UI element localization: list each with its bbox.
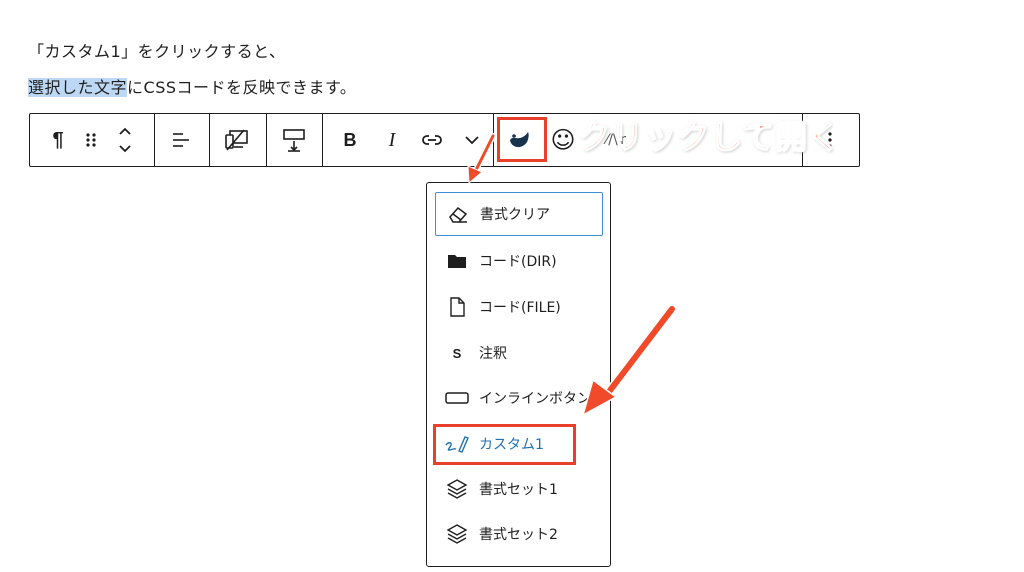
menu-item-format-set-1[interactable]: 書式セット1 (435, 467, 603, 511)
highlight-box-toolbar-button (497, 117, 547, 162)
bold-button[interactable]: B (332, 122, 368, 158)
desktop-mobile-icon (225, 129, 248, 151)
menu-item-label: 書式セット2 (479, 527, 558, 543)
spacing-button[interactable] (276, 122, 312, 158)
paragraph-icon: ¶ (52, 128, 64, 151)
file-icon (443, 297, 471, 317)
more-formats-button[interactable] (454, 122, 490, 158)
menu-item-label: インラインボタン (479, 391, 591, 407)
toolbar-divider (154, 114, 155, 166)
paragraph-block-button[interactable]: ¶ (40, 122, 76, 158)
folder-icon (443, 253, 471, 269)
align-button[interactable] (163, 122, 199, 158)
menu-item-label: コード(DIR) (479, 254, 557, 270)
align-left-icon (173, 133, 189, 147)
menu-item-label: 注釈 (479, 346, 507, 362)
toolbar-divider (322, 114, 323, 166)
paragraph-line-2: 選択した文字にCSSコードを反映できます。 (28, 74, 356, 102)
toolbar-divider (209, 114, 210, 166)
drag-handle-icon (86, 133, 96, 147)
chevron-up-down-icon (119, 127, 131, 153)
button-outline-icon (443, 391, 471, 405)
menu-item-code-file[interactable]: コード(FILE) (435, 285, 603, 329)
paragraph-line-2-rest: にCSSコードを反映できます。 (127, 78, 357, 97)
format-dropdown-menu: 書式クリア コード(DIR) コード(FILE) S 注釈 インラインボタン カ… (426, 182, 611, 567)
highlight-box-custom-1 (433, 424, 576, 465)
italic-button[interactable]: I (374, 122, 410, 158)
emoji-button[interactable]: ☺ (545, 122, 581, 158)
device-visibility-button[interactable] (219, 122, 255, 158)
link-icon (422, 135, 442, 145)
paragraph-line-1: 「カスタム1」をクリックすると、 (28, 42, 286, 61)
menu-item-label: 書式クリア (480, 207, 550, 223)
margin-spacing-icon (283, 129, 305, 152)
menu-item-inline-button[interactable]: インラインボタン (435, 376, 610, 420)
drag-handle[interactable] (73, 122, 109, 158)
layers-icon (443, 523, 471, 545)
callout-label: クリックして開く (577, 117, 842, 157)
eraser-icon (444, 204, 472, 224)
menu-item-clear-format[interactable]: 書式クリア (435, 192, 603, 236)
menu-item-format-set-2[interactable]: 書式セット2 (435, 512, 603, 556)
chevron-down-icon (465, 136, 479, 145)
menu-item-label: コード(FILE) (479, 300, 561, 316)
menu-item-annotation[interactable]: S 注釈 (435, 331, 603, 375)
selected-text[interactable]: 選択した文字 (28, 78, 128, 97)
move-up-down-button[interactable] (107, 122, 143, 158)
smiley-icon: ☺ (550, 126, 576, 154)
toolbar-divider (266, 114, 267, 166)
layers-icon (443, 478, 471, 500)
menu-item-code-dir[interactable]: コード(DIR) (435, 239, 603, 283)
menu-item-label: 書式セット1 (479, 482, 558, 498)
link-button[interactable] (414, 122, 450, 158)
letter-s-icon: S (452, 345, 462, 361)
toolbar-divider (493, 114, 494, 166)
